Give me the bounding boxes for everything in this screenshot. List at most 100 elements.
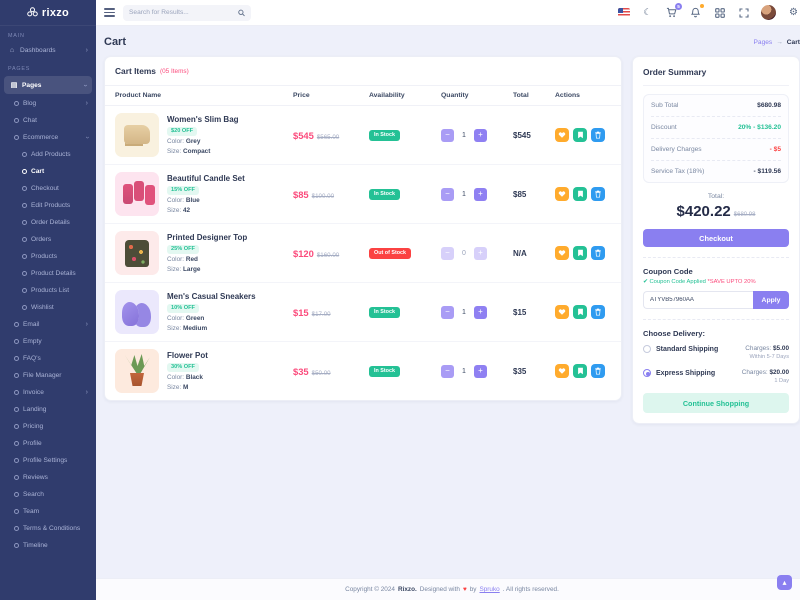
save-bookmark-button[interactable] (573, 364, 587, 378)
sidebar-item[interactable]: Search (0, 486, 96, 503)
sidebar-item-label: Checkout (31, 185, 88, 192)
brand-logo[interactable]: rixzo (0, 0, 96, 26)
apps-grid-icon[interactable] (713, 6, 726, 19)
qty-minus-button[interactable]: − (441, 188, 454, 201)
delete-trash-button[interactable] (591, 305, 605, 319)
sidebar-item[interactable]: Invoice (0, 384, 96, 401)
bullet-icon (14, 373, 19, 378)
product-price: $35 (293, 366, 309, 377)
sidebar-item[interactable]: Products List (0, 282, 96, 299)
language-flag-icon[interactable] (617, 6, 630, 19)
wishlist-heart-button[interactable] (555, 364, 569, 378)
coupon-title: Coupon Code (643, 257, 789, 276)
discount-badge: 10% OFF (167, 304, 199, 313)
breadcrumb-pages-link[interactable]: Pages (754, 39, 773, 46)
sidebar-item[interactable]: Profile Settings (0, 452, 96, 469)
sidebar-item-label: Cart (31, 168, 88, 175)
sidebar-item[interactable]: ▤ Pages (4, 76, 92, 94)
sidebar-item[interactable]: FAQ's (0, 350, 96, 367)
stock-badge: In Stock (369, 307, 400, 318)
delivery-radio[interactable] (643, 369, 651, 377)
qty-minus-button[interactable]: − (441, 129, 454, 142)
coupon-code-input[interactable] (643, 291, 753, 309)
continue-shopping-button[interactable]: Continue Shopping (643, 393, 789, 413)
sidebar-item[interactable]: Orders (0, 231, 96, 248)
delete-trash-button[interactable] (591, 364, 605, 378)
heart-icon: ♥ (463, 586, 467, 593)
bullet-icon (14, 526, 19, 531)
sidebar-item[interactable]: Reviews (0, 469, 96, 486)
sidebar-item[interactable]: Edit Products (0, 197, 96, 214)
wishlist-heart-button[interactable] (555, 128, 569, 142)
notifications-bell-icon[interactable] (689, 6, 702, 19)
delivery-radio[interactable] (643, 345, 651, 353)
header-icons: ☾ 5 ⚙ (617, 5, 800, 20)
delivery-name: Express Shipping (656, 370, 715, 377)
sidebar-item[interactable]: Add Products (0, 146, 96, 163)
fullscreen-icon[interactable] (737, 6, 750, 19)
sidebar-item-label: Products List (31, 287, 88, 294)
sidebar-item[interactable]: Product Details (0, 265, 96, 282)
sidebar-item[interactable]: ⌂ Dashboards (0, 42, 96, 59)
apply-coupon-button[interactable]: Apply (753, 291, 789, 309)
sidebar-item[interactable]: Profile (0, 435, 96, 452)
save-bookmark-button[interactable] (573, 128, 587, 142)
product-name: Printed Designer Top (167, 233, 247, 242)
sidebar-item[interactable]: Cart (0, 163, 96, 180)
search-icon[interactable] (238, 9, 245, 17)
sidebar-item[interactable]: Pricing (0, 418, 96, 435)
sidebar-item: PAGES (0, 59, 96, 75)
delete-trash-button[interactable] (591, 246, 605, 260)
cart-icon[interactable]: 5 (665, 6, 678, 19)
save-bookmark-button[interactable] (573, 246, 587, 260)
wishlist-heart-button[interactable] (555, 187, 569, 201)
sidebar-item-label: Blog (23, 100, 82, 107)
wishlist-heart-button[interactable] (555, 246, 569, 260)
menu-toggle-icon[interactable] (104, 6, 115, 18)
sidebar-item[interactable]: Ecommerce (0, 129, 96, 146)
sidebar-item[interactable]: Products (0, 248, 96, 265)
coupon-applied-text: Coupon Code Applied (649, 279, 705, 285)
delivery-eta: Within 5-7 Days (745, 354, 789, 360)
scroll-to-top-button[interactable]: ▴ (777, 575, 792, 590)
qty-plus-button[interactable]: + (474, 188, 487, 201)
bullet-icon (14, 492, 19, 497)
qty-minus-button[interactable]: − (441, 365, 454, 378)
sidebar-item[interactable]: Checkout (0, 180, 96, 197)
wishlist-heart-button[interactable] (555, 305, 569, 319)
sidebar-item[interactable]: File Manager (0, 367, 96, 384)
product-old-price: $17.00 (312, 311, 331, 318)
sidebar-item[interactable]: Team (0, 503, 96, 520)
checkout-button[interactable]: Checkout (643, 229, 789, 247)
logo-icon (27, 7, 38, 18)
qty-plus-button[interactable]: + (474, 129, 487, 142)
sidebar-item[interactable]: Empty (0, 333, 96, 350)
sidebar-item[interactable]: Wishlist (0, 299, 96, 316)
sidebar-item[interactable]: Terms & Conditions (0, 520, 96, 537)
sidebar-item[interactable]: Order Details (0, 214, 96, 231)
qty-plus-button[interactable]: + (474, 247, 487, 260)
delete-trash-button[interactable] (591, 128, 605, 142)
bullet-icon (22, 305, 27, 310)
user-avatar[interactable] (761, 5, 776, 20)
cart-items-count: (05 Items) (160, 68, 189, 75)
delete-trash-button[interactable] (591, 187, 605, 201)
dark-mode-icon[interactable]: ☾ (641, 6, 654, 19)
settings-gear-icon[interactable]: ⚙ (787, 6, 800, 19)
bullet-icon (14, 475, 19, 480)
qty-minus-button[interactable]: − (441, 247, 454, 260)
sidebar-item[interactable]: Email (0, 316, 96, 333)
qty-plus-button[interactable]: + (474, 365, 487, 378)
save-bookmark-button[interactable] (573, 187, 587, 201)
bullet-icon (14, 509, 19, 514)
sidebar-item-label: Team (23, 508, 88, 515)
footer-spruko-link[interactable]: Spruko (479, 586, 499, 593)
qty-plus-button[interactable]: + (474, 306, 487, 319)
search-input[interactable] (129, 9, 234, 16)
save-bookmark-button[interactable] (573, 305, 587, 319)
sidebar-item[interactable]: Chat (0, 112, 96, 129)
sidebar-item[interactable]: Blog (0, 95, 96, 112)
qty-minus-button[interactable]: − (441, 306, 454, 319)
sidebar-item[interactable]: Landing (0, 401, 96, 418)
sidebar-item[interactable]: Timeline (0, 537, 96, 554)
